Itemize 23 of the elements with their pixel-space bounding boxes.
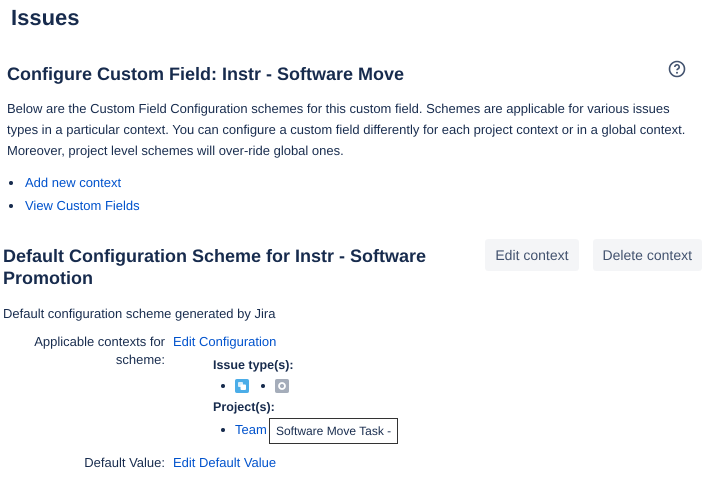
bullet-icon (261, 384, 265, 388)
context-button[interactable]: Delete context (592, 239, 702, 271)
edit-configuration-link[interactable]: Edit Configuration (173, 334, 276, 349)
scheme-title: Default Configuration Scheme for Instr - Software Promotion (3, 245, 428, 289)
context-button[interactable]: Edit context (485, 239, 578, 271)
section-title: Configure Custom Field: Instr - Software Move (7, 63, 404, 86)
bullet-icon (9, 204, 13, 208)
bullet-icon (9, 180, 13, 184)
link[interactable]: Add new context (25, 171, 122, 194)
scheme-description: Default configuration scheme generated by Jira (3, 305, 276, 323)
bullet-icon (221, 384, 225, 388)
project-link[interactable]: Team (235, 421, 267, 439)
field-label: Default Value: (83, 454, 166, 472)
link[interactable]: View Custom Fields (25, 194, 140, 217)
issue-types-label: Issue type(s): (213, 357, 295, 374)
page-title: Issues (10, 4, 80, 32)
description-text: Below are the Custom Field Configuration schemes for this custom field. Schemes are applicable for various issues types in a particular context. You can configure a custom field differently for each project context or in a global context. Moreover, project level schemes will over-ride global ones. (7, 100, 686, 160)
help-icon[interactable] (668, 60, 686, 78)
bullet-icon (221, 428, 225, 432)
field-label: Applicable contexts for scheme: (33, 333, 166, 369)
tooltip: Software Move Task - (269, 418, 398, 444)
edit-default-value-link[interactable]: Edit Default Value (173, 455, 276, 470)
projects-label: Project(s): (213, 399, 276, 416)
